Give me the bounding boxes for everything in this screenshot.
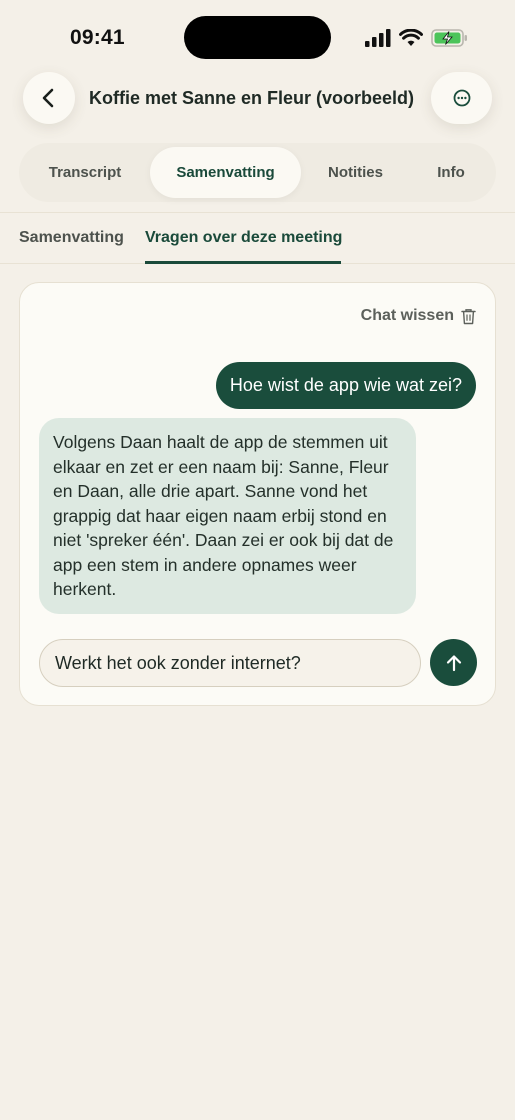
- back-button[interactable]: [23, 72, 75, 124]
- trash-icon: [461, 308, 476, 324]
- subtab-vragen[interactable]: Vragen over deze meeting: [145, 229, 342, 247]
- more-options-button[interactable]: [431, 72, 492, 124]
- status-time: 09:41: [70, 26, 125, 49]
- sub-tabs: Samenvatting Vragen over deze meeting: [0, 212, 515, 264]
- chat-input[interactable]: Werkt het ook zonder internet?: [39, 639, 421, 687]
- tab-samenvatting[interactable]: Samenvatting: [150, 147, 301, 198]
- assistant-message-bubble: Volgens Daan haalt de app de stemmen uit…: [39, 418, 416, 614]
- cellular-signal-icon: [365, 29, 391, 47]
- chevron-left-icon: [42, 88, 54, 108]
- send-button[interactable]: [430, 639, 477, 686]
- battery-charging-icon: [431, 29, 467, 47]
- tab-notities[interactable]: Notities: [305, 147, 406, 198]
- status-icons: [365, 28, 469, 48]
- dynamic-island: [184, 16, 331, 59]
- tab-info[interactable]: Info: [411, 147, 491, 198]
- header: Koffie met Sanne en Fleur (voorbeeld): [0, 72, 515, 126]
- clear-chat-button[interactable]: Chat wissen: [361, 307, 476, 325]
- arrow-up-icon: [446, 654, 461, 671]
- subtab-samenvatting[interactable]: Samenvatting: [19, 229, 124, 247]
- status-bar: 09:41: [0, 0, 515, 72]
- clear-chat-label: Chat wissen: [360, 307, 454, 324]
- tab-transcript[interactable]: Transcript: [23, 147, 147, 198]
- user-message-bubble: Hoe wist de app wie wat zei?: [215, 362, 476, 409]
- main-tabs: Transcript Samenvatting Notities Info: [19, 143, 496, 202]
- active-subtab-indicator: [145, 261, 341, 264]
- chat-card: Chat wissen Hoe wist de app wie wat zei?…: [19, 282, 496, 706]
- more-horizontal-icon: [453, 89, 470, 107]
- wifi-icon: [399, 29, 423, 46]
- page-title: Koffie met Sanne en Fleur (voorbeeld): [89, 88, 415, 108]
